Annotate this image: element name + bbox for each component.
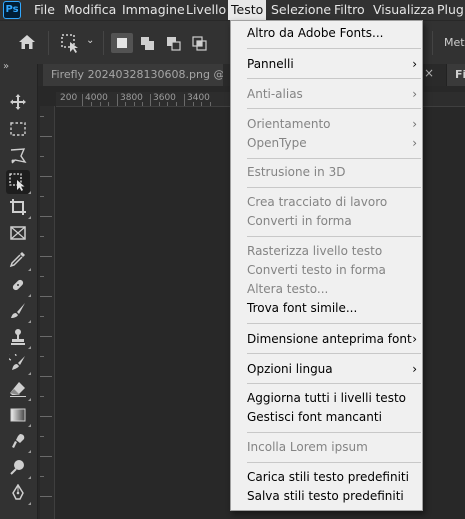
menu-item-estrusione-in-3d: Estrusione in 3D [247, 165, 346, 179]
history-brush-tool-icon[interactable] [6, 351, 31, 375]
menu-testo[interactable]: Testo [228, 0, 267, 20]
photoshop-logo: Ps [3, 1, 21, 19]
submenu-arrow-icon: › [412, 136, 417, 150]
expand-panel-icon[interactable]: » [3, 61, 9, 72]
menu-livello[interactable]: Livello [186, 0, 226, 20]
marquee-tool-icon[interactable] [6, 117, 30, 141]
submenu-arrow-icon: › [412, 57, 417, 71]
dodge-tool-icon[interactable] [6, 455, 31, 479]
smudge-tool-icon[interactable] [6, 429, 31, 453]
testo-dropdown-menu: Altro da Adobe Fonts... Pannelli › Anti-a… [230, 20, 423, 511]
object-selection-tool-icon[interactable] [6, 170, 31, 194]
ruler-label: 4000 [85, 93, 108, 103]
submenu-arrow-icon: › [412, 332, 417, 346]
brush-tool-icon[interactable] [6, 299, 31, 323]
intersect-selection-button[interactable] [189, 33, 211, 53]
menu-item-dimensione-anteprima-font[interactable]: Dimensione anteprima font › [247, 330, 417, 349]
ruler-label: 200 [60, 93, 78, 103]
pen-tool-icon[interactable] [6, 481, 31, 505]
subtract-from-selection-button[interactable] [163, 33, 185, 53]
crop-tool-icon[interactable] [6, 195, 31, 219]
menu-item-incolla-lorem-ipsum: Incolla Lorem ipsum [247, 440, 368, 454]
menu-selezione[interactable]: Selezione [271, 0, 331, 20]
menu-item-anti-alias: Anti-alias › [247, 85, 417, 104]
chevron-down-icon[interactable]: ⌄ [86, 35, 94, 46]
menu-item-altera-testo: Altera testo... [247, 282, 329, 296]
menu-item-salva-stili-testo-predefiniti[interactable]: Salva stili testo predefiniti [247, 487, 417, 506]
lasso-tool-icon[interactable] [6, 144, 30, 168]
menu-filtro[interactable]: Filtro [334, 0, 365, 20]
menu-item-carica-stili-testo-predefiniti[interactable]: Carica stili testo predefiniti [247, 468, 417, 487]
menu-item-converti-testo-in-forma: Converti testo in forma [247, 263, 386, 277]
menu-item-trova-font-simile[interactable]: Trova font simile... [247, 299, 417, 318]
menu-item-opzioni-lingua[interactable]: Opzioni lingua › [247, 360, 417, 379]
menu-item-crea-tracciato-di-lavoro: Crea tracciato di lavoro [247, 195, 388, 209]
menu-item-pannelli[interactable]: Pannelli › [247, 55, 417, 74]
menu-bar: Ps File Modifica Immagine Livello Testo … [0, 0, 465, 20]
menu-item-aggiorna-tutti-i-livelli-testo[interactable]: Aggiorna tutti i livelli testo [247, 389, 417, 408]
document-tab-2[interactable]: Fi [446, 64, 465, 86]
submenu-arrow-icon: › [412, 362, 417, 376]
menu-item-converti-in-forma: Converti in forma [247, 214, 352, 228]
menu-immagine[interactable]: Immagine [122, 0, 185, 20]
healing-brush-tool-icon[interactable] [6, 273, 31, 297]
menu-item-rasterizza-livello-testo: Rasterizza livello testo [247, 244, 383, 258]
menu-plugin[interactable]: Plugin [437, 0, 465, 20]
frame-tool-icon[interactable] [6, 221, 30, 245]
ruler-label: 3600 [153, 93, 176, 103]
eyedropper-tool-icon[interactable] [6, 247, 31, 271]
menu-item-orientamento: Orientamento › [247, 115, 417, 134]
menu-file[interactable]: File [34, 0, 55, 20]
menu-item-gestisci-font-mancanti[interactable]: Gestisci font mancanti [247, 408, 417, 427]
object-selection-tool-icon[interactable] [60, 33, 80, 56]
eraser-tool-icon[interactable] [6, 377, 31, 401]
gradient-tool-icon[interactable] [6, 403, 31, 427]
menu-modifica[interactable]: Modifica [64, 0, 116, 20]
home-icon[interactable] [18, 34, 36, 53]
new-selection-button[interactable] [111, 33, 133, 53]
ruler-label: 3400 [187, 93, 210, 103]
method-label: Meto [444, 36, 465, 49]
close-icon[interactable]: × [424, 66, 434, 80]
add-to-selection-button[interactable] [137, 33, 159, 53]
submenu-arrow-icon: › [412, 87, 417, 101]
clone-stamp-tool-icon[interactable] [6, 325, 31, 349]
menu-visualizza[interactable]: Visualizza [373, 0, 435, 20]
move-tool-icon[interactable] [6, 90, 30, 114]
document-tab[interactable]: Firefly 20240328130608.png @ 33 [43, 64, 223, 86]
ruler-label: 3800 [120, 93, 143, 103]
submenu-arrow-icon: › [412, 117, 417, 131]
menu-item-altro-da-adobe-fonts[interactable]: Altro da Adobe Fonts... [247, 24, 417, 43]
vertical-ruler [40, 106, 55, 519]
tools-panel: » [0, 61, 38, 519]
menu-item-opentype: OpenType › [247, 134, 417, 153]
